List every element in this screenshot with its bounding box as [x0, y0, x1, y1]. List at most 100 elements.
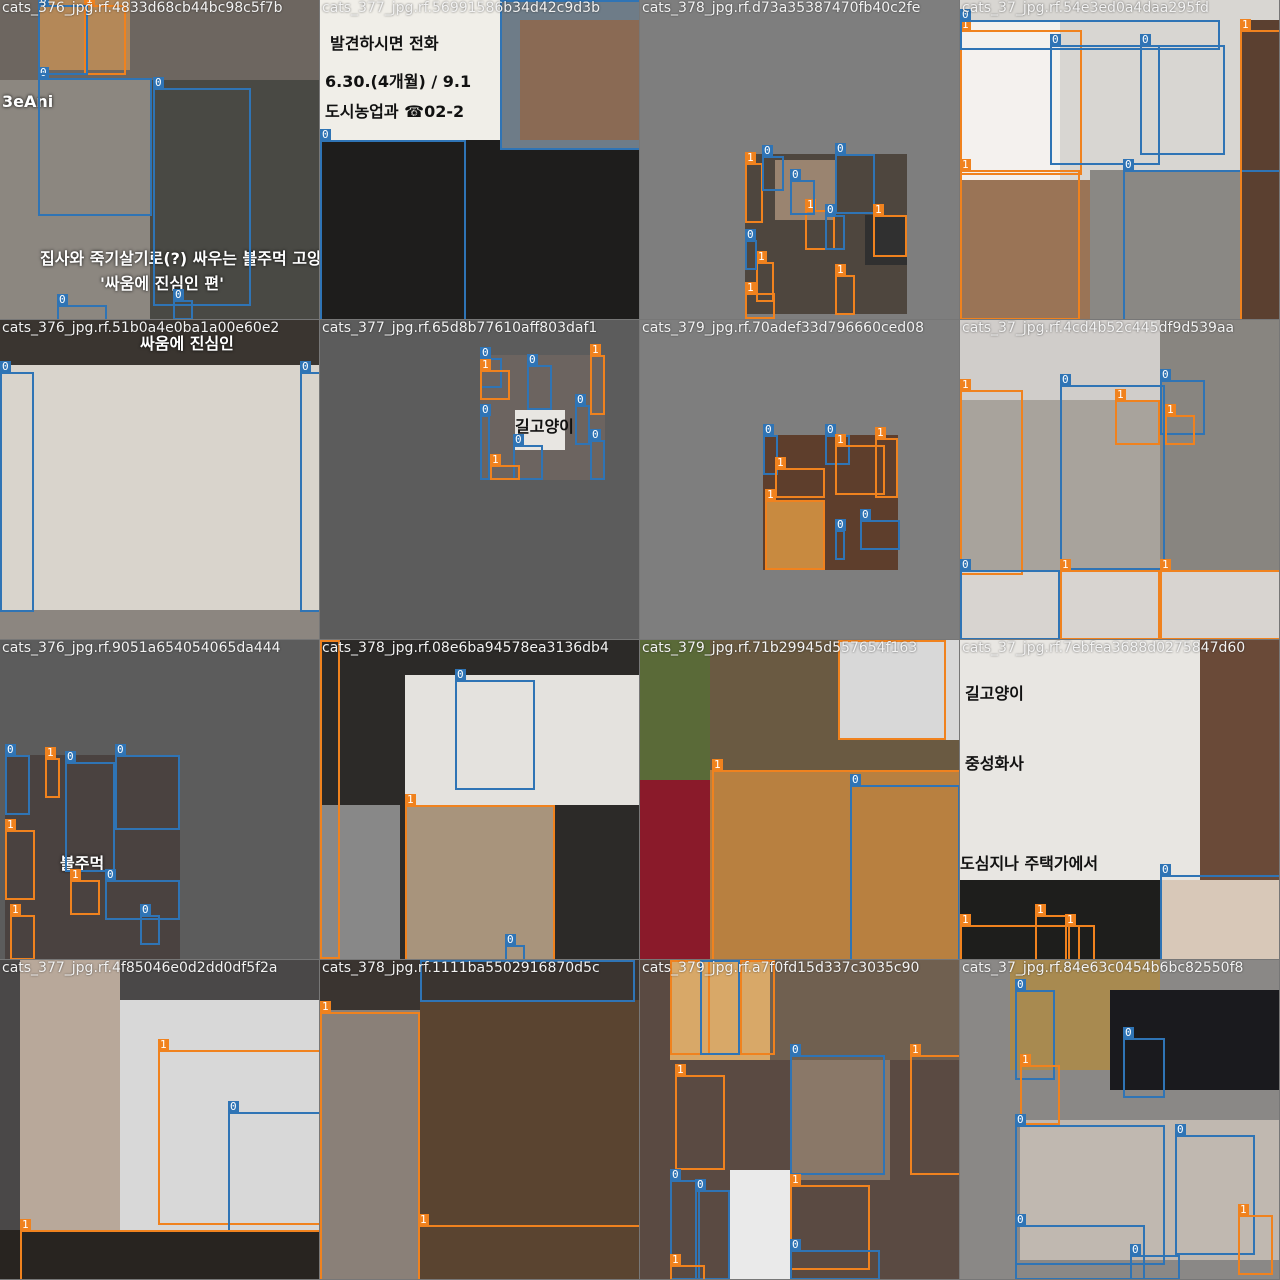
- bounding-box-class-0: 0: [228, 1101, 319, 1232]
- class-label: 1: [712, 758, 723, 771]
- class-label: 0: [825, 203, 836, 216]
- image-caption-text: 6.30.(4개월) / 9.1: [325, 72, 472, 91]
- bounding-box-class-0: 0: [300, 361, 319, 612]
- class-label: 0: [1123, 158, 1134, 171]
- class-label: 0: [5, 743, 16, 756]
- bounding-box-class-0: 0: [1140, 34, 1225, 155]
- mosaic-tile: 1 0 0 0 1 0 1 cats_37_jpg.rf.54e3ed0a4daa295fd: [960, 0, 1279, 319]
- class-label: 0: [1175, 1123, 1186, 1136]
- tile-filename: cats_37_jpg.rf.4cd4b52c445df9d539aa: [962, 320, 1235, 336]
- tile-filename: cats_37_jpg.rf.84e63c0454b6bc82550f8: [962, 960, 1244, 976]
- class-label: 0: [1060, 373, 1071, 386]
- class-label: 1: [45, 746, 56, 759]
- bounding-box-class-0: 0: [505, 934, 525, 959]
- bounding-box-class-0: 0: [38, 67, 152, 216]
- bounding-box-class-1: 1: [835, 264, 855, 315]
- bounding-box-class-0: 0: [173, 289, 193, 319]
- image-region: [730, 1170, 790, 1279]
- mosaic-tile: 불주먹 0 1 0 0 1 1 0 1 0 cats_376_jpg.rf.9051a6540540…: [0, 640, 319, 959]
- class-label: 1: [790, 1173, 801, 1186]
- class-label: 0: [1015, 1113, 1026, 1126]
- bounding-box-class-0: 0: [57, 294, 107, 319]
- mosaic-tile: 0 1 0 1 1 1 0 0 cats_379_jpg.rf.70adef33d796660c…: [640, 320, 959, 639]
- bounding-box-class-1: 1: [20, 1219, 319, 1279]
- bounding-box-class-0: 0: [790, 1044, 885, 1175]
- class-label: 1: [1065, 913, 1076, 926]
- bounding-box-class-0: 0: [762, 145, 784, 191]
- class-label: 0: [835, 142, 846, 155]
- image-region: [640, 780, 710, 959]
- mosaic-tile: 0 0 1 0 0 1 0 0 cats_37_jpg.rf.84e63c0454b6bc825…: [960, 960, 1279, 1279]
- bounding-box-class-1: 1: [960, 379, 1023, 575]
- class-label: 0: [790, 168, 801, 181]
- bounding-box-class-0: 0: [500, 0, 639, 150]
- bounding-box-class-0: 0: [575, 394, 590, 445]
- bounding-box-class-0: 0: [1123, 1027, 1165, 1098]
- bounding-box-class-0: 0: [320, 129, 466, 319]
- class-label: 0: [835, 518, 846, 531]
- bounding-box-class-0: 0: [960, 9, 1220, 50]
- class-label: 0: [1015, 978, 1026, 991]
- class-label: 0: [320, 128, 331, 141]
- class-label: 0: [790, 1043, 801, 1056]
- class-label: 0: [527, 353, 538, 366]
- mosaic-tile: 1 0 1 0 cats_378_jpg.rf.08e6ba94578ea3136db4: [320, 640, 639, 959]
- image-region: [1200, 640, 1279, 880]
- bounding-box-class-1: 1: [1238, 1204, 1273, 1275]
- image-caption-text: 중성화사: [965, 754, 1024, 773]
- bounding-box-class-1: 1: [70, 869, 100, 915]
- class-label: 0: [57, 293, 68, 306]
- mosaic-tile: 1 0 1 0 1 0 1 1 cats_37_jpg.rf.4cd4b52c445df9d53…: [960, 320, 1279, 639]
- image-region: [1160, 320, 1279, 570]
- class-label: 0: [173, 288, 184, 301]
- class-label: 1: [480, 358, 491, 371]
- class-label: 0: [115, 743, 126, 756]
- class-label: 1: [1060, 558, 1071, 571]
- bounding-box-class-1: 1: [1065, 914, 1095, 959]
- bounding-box-class-1: 1: [480, 359, 510, 400]
- class-label: 0: [153, 76, 164, 89]
- class-label: 1: [5, 818, 16, 831]
- mosaic-tile: 길고양이 중성화사 도심지나 주택가에서 0 1 1 1 cats_37_jpg.rf.7eb…: [960, 640, 1279, 959]
- class-label: 1: [158, 1038, 169, 1051]
- tile-filename: cats_379_jpg.rf.70adef33d796660ced08: [642, 320, 924, 336]
- class-label: 1: [960, 913, 971, 926]
- bounding-box-class-1: 1: [10, 904, 35, 959]
- class-label: 1: [1115, 388, 1126, 401]
- bounding-box-class-1: 1: [418, 1214, 639, 1279]
- bounding-box-class-1: 1: [1020, 1054, 1060, 1125]
- class-label: 1: [670, 1253, 681, 1266]
- class-label: 0: [745, 228, 756, 241]
- class-label: 0: [762, 144, 773, 157]
- bounding-box-class-0: 0: [1015, 1214, 1145, 1279]
- class-label: 1: [960, 158, 971, 171]
- bounding-box-class-0: 0: [480, 404, 491, 480]
- tile-filename: cats_379_jpg.rf.71b29945d557654f163: [642, 640, 918, 656]
- mosaic-tile: 110cats_379_jpg.rf.71b29945d557654f163: [640, 640, 959, 959]
- class-label: 1: [490, 453, 501, 466]
- class-label: 1: [590, 343, 601, 356]
- bounding-box-class-1: 1: [745, 282, 775, 319]
- bounding-box-class-0: 0: [1160, 864, 1279, 959]
- bounding-box-class-0: 0: [790, 1239, 880, 1279]
- bounding-box-class-1: 1: [5, 819, 35, 900]
- tile-filename: cats_378_jpg.rf.1111ba5502916870d5c: [322, 960, 600, 976]
- image-caption-text: 도시농업과 ☎02-2: [325, 102, 465, 121]
- bounding-box-class-0: 0: [790, 169, 815, 215]
- class-label: 0: [1130, 1243, 1141, 1256]
- bounding-box-class-1: 1: [45, 747, 60, 798]
- bounding-box-class-1: 1: [765, 489, 825, 570]
- bounding-box-class-0: 0: [455, 669, 535, 790]
- class-label: 0: [300, 360, 311, 373]
- bounding-box-class-1: 1: [320, 640, 340, 959]
- tile-filename: cats_37_jpg.rf.7ebfea3688d0275847d60: [962, 640, 1246, 656]
- bounding-box-class-0: 0: [835, 519, 846, 560]
- bounding-box-class-1: 1: [405, 794, 555, 959]
- class-label: 1: [1035, 903, 1046, 916]
- class-label: 0: [105, 868, 116, 881]
- class-label: 0: [590, 428, 601, 441]
- class-label: 1: [765, 488, 776, 501]
- class-label: 0: [228, 1100, 239, 1113]
- bounding-box-class-0: 0: [1130, 1244, 1180, 1279]
- class-label: 1: [835, 433, 846, 446]
